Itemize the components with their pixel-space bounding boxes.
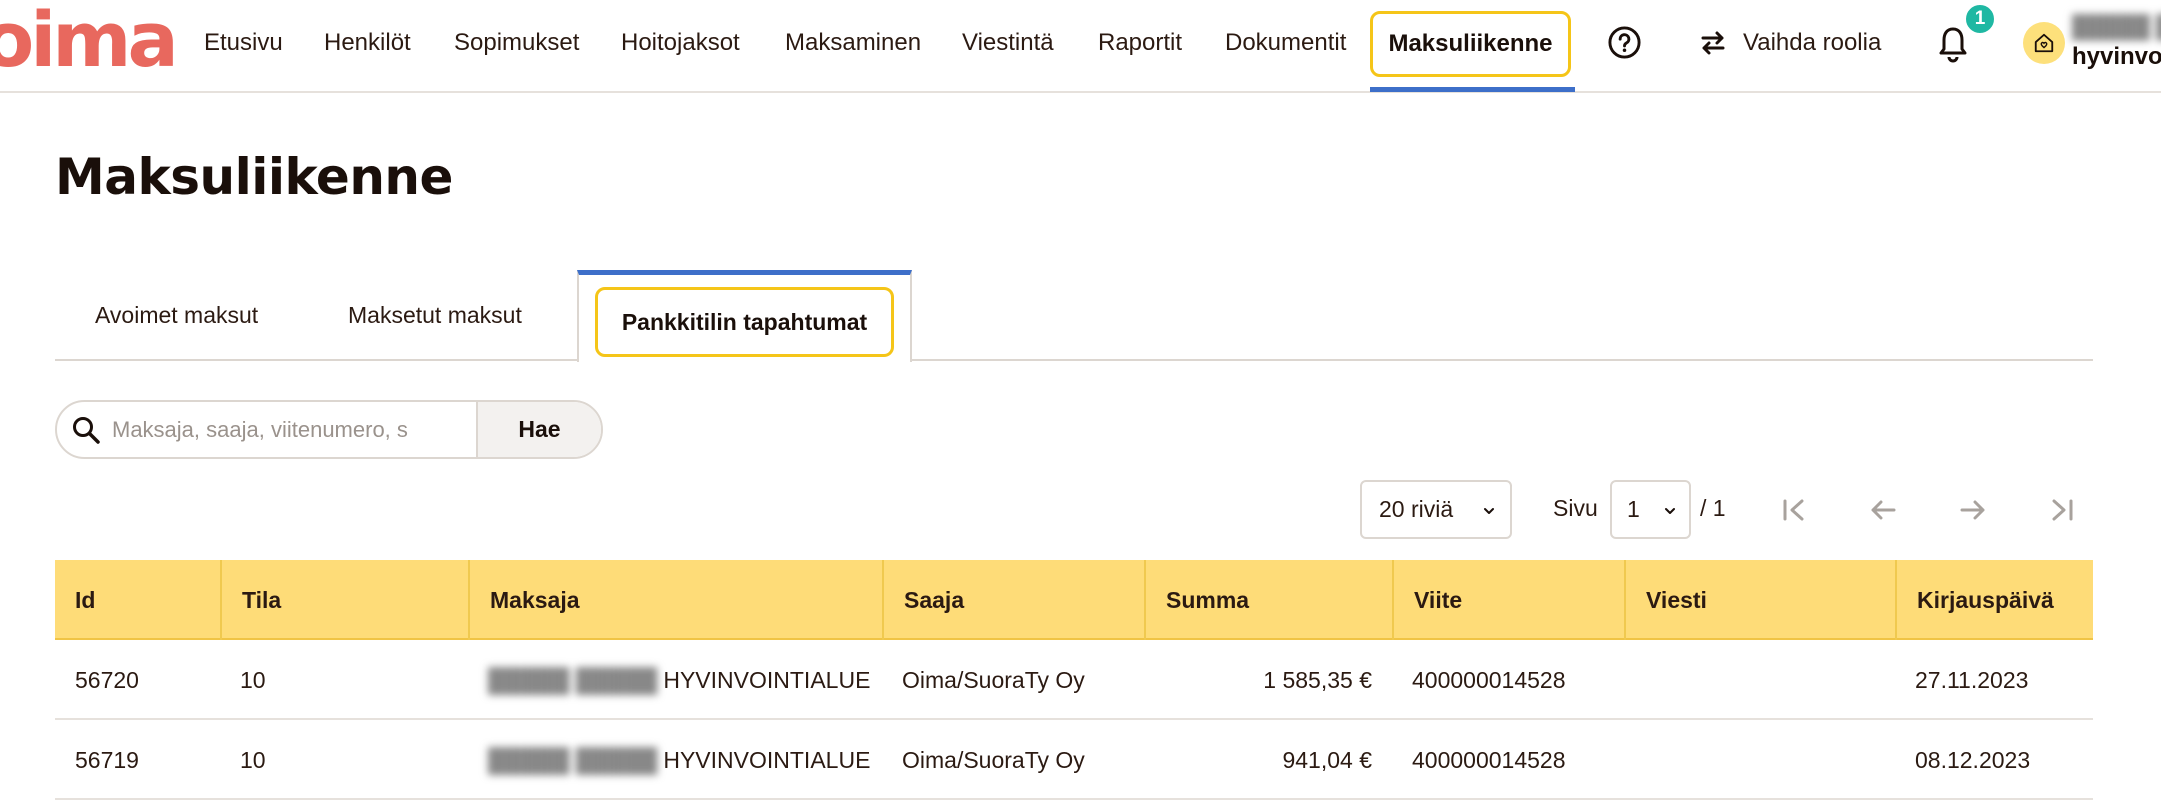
cell-maksaja: █████ █████ HYVINVOINTIALUE <box>468 640 882 720</box>
search-button[interactable]: Hae <box>475 402 601 457</box>
tab-active-container: Pankkitilin tapahtumat <box>577 270 912 362</box>
page-number-value: 1 <box>1627 496 1640 522</box>
nav-item-maksuliikenne[interactable]: Maksuliikenne <box>1370 11 1571 77</box>
column-header-summa[interactable]: Summa <box>1144 560 1392 640</box>
column-header-viite[interactable]: Viite <box>1392 560 1624 640</box>
cell-maksaja-text: HYVINVOINTIALUE <box>663 746 871 773</box>
page-label: Sivu <box>1553 495 1598 521</box>
top-navigation: oima Etusivu Henkilöt Sopimukset Hoitoja… <box>0 0 2161 93</box>
user-avatar[interactable] <box>2023 22 2065 64</box>
cell-summa: 1 585,35 € <box>1263 666 1372 693</box>
redacted-name: █████ █████ <box>488 746 658 773</box>
column-header-tila[interactable]: Tila <box>220 560 468 640</box>
tab-avoimet-maksut[interactable]: Avoimet maksut <box>95 302 258 329</box>
rows-per-page-value: 20 riviä <box>1379 496 1454 522</box>
cell-id: 56720 <box>75 666 139 693</box>
tab-bar: Avoimet maksut Maksetut maksut Pankkitil… <box>55 270 2093 362</box>
cell-maksaja: █████ █████ HYVINVOINTIALUE <box>468 720 882 800</box>
search-icon <box>73 417 100 444</box>
table-row[interactable]: 56720 10 █████ █████ HYVINVOINTIALUE Oim… <box>55 640 2093 720</box>
table-header: Id Tila Maksaja Saaja Summa Viite Viesti… <box>55 560 2093 640</box>
cell-tila: 10 <box>240 746 266 773</box>
cell-saaja: Oima/SuoraTy Oy <box>902 666 1085 693</box>
chevron-down-icon <box>1484 508 1494 514</box>
cell-saaja: Oima/SuoraTy Oy <box>902 746 1085 773</box>
first-page-icon[interactable] <box>1777 493 1811 527</box>
user-organization: hyvinvo <box>2072 43 2161 70</box>
redacted-name: █████ █████ <box>488 666 658 693</box>
help-icon[interactable] <box>1607 25 1642 60</box>
column-header-viesti[interactable]: Viesti <box>1624 560 1895 640</box>
cell-tila: 10 <box>240 666 266 693</box>
table-row[interactable]: 56719 10 █████ █████ HYVINVOINTIALUE Oim… <box>55 720 2093 800</box>
cell-viite: 400000014528 <box>1412 746 1566 773</box>
nav-item-etusivu[interactable]: Etusivu <box>204 28 283 58</box>
cell-kirjauspaiva: 08.12.2023 <box>1915 746 2031 773</box>
notification-bell-icon[interactable] <box>1936 24 1970 64</box>
cell-maksaja-text: HYVINVOINTIALUE <box>663 666 871 693</box>
nav-item-sopimukset[interactable]: Sopimukset <box>454 28 579 58</box>
search-field <box>57 402 476 457</box>
tab-pankkitilin-tapahtumat[interactable]: Pankkitilin tapahtumat <box>595 287 894 357</box>
column-header-maksaja[interactable]: Maksaja <box>468 560 882 640</box>
oima-logo[interactable]: oima <box>0 2 179 78</box>
next-page-icon[interactable] <box>1956 493 1990 527</box>
search-bar: Hae <box>55 400 603 459</box>
column-header-id[interactable]: Id <box>55 560 220 640</box>
nav-item-dokumentit[interactable]: Dokumentit <box>1225 28 1346 58</box>
transactions-table: Id Tila Maksaja Saaja Summa Viite Viesti… <box>55 560 2093 800</box>
switch-role-label: Vaihda roolia <box>1743 29 1882 56</box>
cell-viesti <box>1624 720 1895 800</box>
page-title: Maksuliikenne <box>55 148 453 206</box>
nav-item-henkilot[interactable]: Henkilöt <box>324 28 411 58</box>
nav-active-indicator <box>1370 87 1575 92</box>
column-header-saaja[interactable]: Saaja <box>882 560 1144 640</box>
rows-per-page-select[interactable]: 20 riviä <box>1360 480 1512 539</box>
last-page-icon[interactable] <box>2045 493 2079 527</box>
nav-item-raportit[interactable]: Raportit <box>1098 28 1182 58</box>
cell-id: 56719 <box>75 746 139 773</box>
switch-role-button[interactable]: Vaihda roolia <box>1697 27 1881 59</box>
cell-viesti <box>1624 640 1895 720</box>
swap-arrows-icon <box>1701 31 1725 55</box>
page-number-select[interactable]: 1 <box>1610 480 1691 539</box>
nav-item-hoitojaksot[interactable]: Hoitojaksot <box>621 28 740 58</box>
cell-kirjauspaiva: 27.11.2023 <box>1915 666 2029 693</box>
search-input[interactable] <box>112 416 467 443</box>
column-header-kirjauspaiva[interactable]: Kirjauspäivä <box>1895 560 2093 640</box>
home-heart-icon <box>2034 33 2054 53</box>
nav-item-viestinta[interactable]: Viestintä <box>962 28 1054 58</box>
previous-page-icon[interactable] <box>1866 493 1900 527</box>
tab-maksetut-maksut[interactable]: Maksetut maksut <box>348 302 522 329</box>
cell-summa: 941,04 € <box>1282 746 1372 773</box>
cell-viite: 400000014528 <box>1412 666 1566 693</box>
chevron-down-icon <box>1665 508 1675 514</box>
page-total: / 1 <box>1700 495 1726 521</box>
nav-item-maksaminen[interactable]: Maksaminen <box>785 28 921 58</box>
user-name-blurred: █████ ████ <box>2072 14 2161 39</box>
notification-badge: 1 <box>1964 3 1996 35</box>
